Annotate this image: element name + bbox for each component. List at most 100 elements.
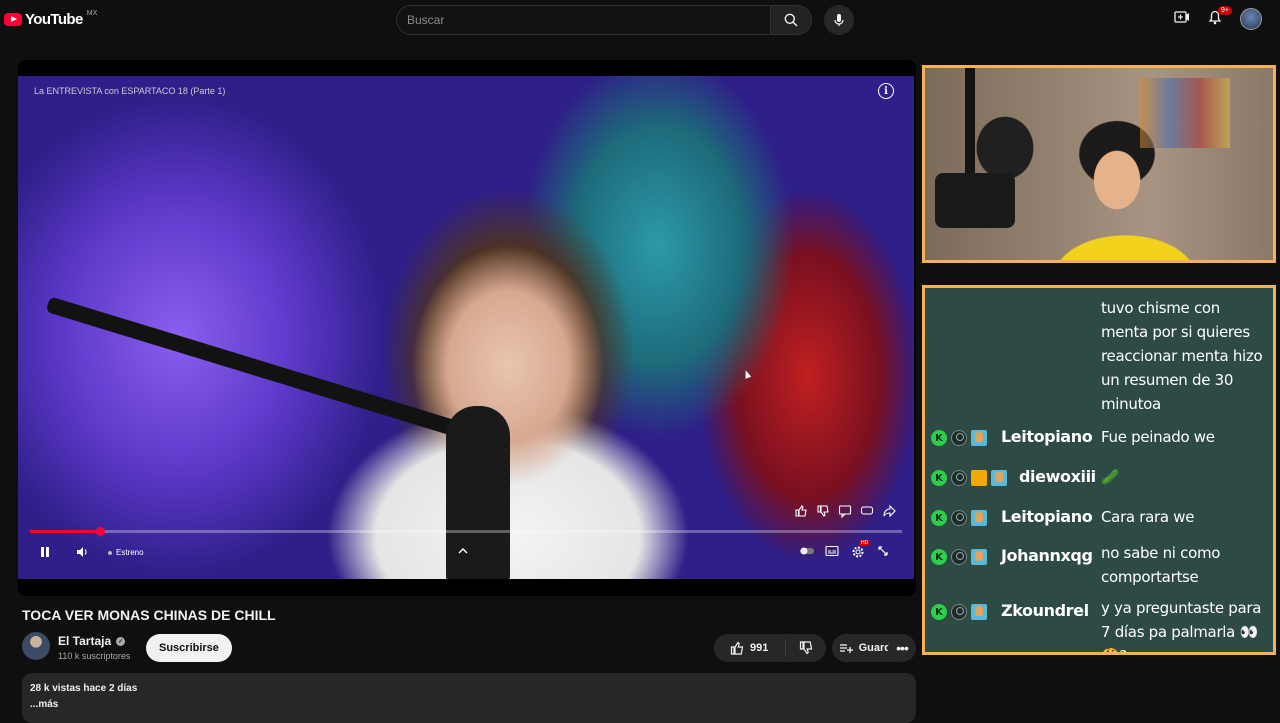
country-code: MX xyxy=(86,10,98,17)
like-dislike-group: 991 xyxy=(714,634,826,662)
stream-chat-overlay: tuvo chisme con menta por si quieres rea… xyxy=(922,285,1276,655)
chat-username[interactable]: Zkoundrel xyxy=(1001,601,1089,620)
progress-fill xyxy=(30,530,100,533)
chat-username[interactable]: Johannxqg xyxy=(1001,546,1093,565)
chat-username[interactable]: diewoxiii xyxy=(1019,467,1096,486)
youtube-logo[interactable]: YouTube MX xyxy=(4,10,98,28)
pause-button[interactable] xyxy=(38,545,52,559)
autoplay-toggle[interactable] xyxy=(799,545,815,557)
more-horizontal-icon: ••• xyxy=(896,640,909,656)
player-controls: Estreno HD xyxy=(18,540,914,568)
settings-button[interactable]: HD xyxy=(851,540,871,559)
premiere-label: Estreno xyxy=(116,548,144,557)
video-title: TOCA VER MONAS CHINAS DE CHILL xyxy=(22,607,276,623)
share-overlay-icon[interactable] xyxy=(882,504,896,518)
chat-badges: K xyxy=(931,549,987,565)
chat-username[interactable]: Leitopiano xyxy=(1001,427,1093,446)
progress-bar[interactable] xyxy=(30,527,902,536)
subscriber-badge-icon xyxy=(971,549,987,565)
streamer-webcam xyxy=(922,65,1276,263)
subscriber-badge-icon xyxy=(971,510,987,526)
progress-scrubber[interactable] xyxy=(95,527,105,536)
video-overlay-title[interactable]: La ENTREVISTA con ESPARTACO 18 (Parte 1) xyxy=(34,86,225,96)
subscriber-badge-icon xyxy=(991,470,1007,486)
chat-text: y ya preguntaste para 7 días pa palmarla… xyxy=(1101,599,1262,652)
chat-overlay-icon[interactable] xyxy=(860,504,874,518)
subscriber-count: 110 k suscriptores xyxy=(58,651,131,661)
microphone-icon xyxy=(834,14,844,26)
volume-button[interactable] xyxy=(75,545,89,559)
chat-badges: K xyxy=(931,604,987,620)
notifications-badge: 9+ xyxy=(1218,5,1232,15)
chat-text: Cara rara we xyxy=(1101,508,1195,526)
exit-fullscreen-button[interactable] xyxy=(877,545,889,557)
user-badge-icon xyxy=(951,470,967,486)
volume-icon xyxy=(77,547,87,557)
like-button[interactable]: 991 xyxy=(714,639,786,657)
expand-chapters-button[interactable] xyxy=(457,545,469,557)
channel-row: El Tartaja ✓ 110 k suscriptores Suscribi… xyxy=(22,632,916,664)
channel-name[interactable]: El Tartaja xyxy=(58,634,111,648)
chat-badges: K xyxy=(931,510,987,526)
description-box[interactable]: 28 k vistas hace 2 días ...más xyxy=(22,673,916,723)
kick-badge-icon: K xyxy=(931,604,947,620)
voice-search-button[interactable] xyxy=(824,5,854,35)
thumbs-up-icon xyxy=(730,641,744,655)
dislike-button[interactable] xyxy=(786,641,826,655)
chat-text: 🥒 xyxy=(1101,468,1120,486)
search-icon xyxy=(784,13,798,27)
more-actions-button[interactable]: ••• xyxy=(888,634,916,662)
captions-icon xyxy=(825,545,839,557)
create-button[interactable] xyxy=(1174,10,1190,29)
shelf-graphic xyxy=(1140,78,1230,148)
search-input[interactable]: Buscar xyxy=(396,5,770,35)
collapse-icon xyxy=(878,546,888,556)
user-badge-icon xyxy=(951,430,967,446)
kick-badge-icon: K xyxy=(931,430,947,446)
like-overlay-icon[interactable] xyxy=(794,504,808,518)
subscriber-badge-icon xyxy=(971,604,987,620)
search-button[interactable] xyxy=(770,5,812,35)
youtube-play-icon xyxy=(4,13,22,26)
account-avatar[interactable] xyxy=(1240,8,1262,30)
channel-avatar[interactable] xyxy=(22,632,50,660)
user-badge-icon xyxy=(951,604,967,620)
gear-icon xyxy=(852,546,864,558)
premiere-indicator: Estreno xyxy=(108,548,144,557)
user-badge-icon xyxy=(951,510,967,526)
hd-badge: HD xyxy=(859,540,871,546)
comments-overlay-icon[interactable] xyxy=(838,504,852,519)
webcam-mic-graphic xyxy=(935,173,1015,228)
chat-username[interactable]: Leitopiano xyxy=(1001,507,1093,526)
user-badge-icon xyxy=(951,549,967,565)
premiere-dot xyxy=(108,550,112,555)
pause-icon xyxy=(41,547,49,557)
chat-continued-message: tuvo chisme con menta por si quieres rea… xyxy=(1101,299,1263,413)
chat-text: Fue peinado we xyxy=(1101,428,1215,446)
top-bar: YouTube MX Buscar 9+ xyxy=(0,0,1280,40)
video-frame[interactable] xyxy=(18,76,914,579)
kick-badge-icon: K xyxy=(931,510,947,526)
logo-wordmark: YouTube xyxy=(25,11,83,28)
like-count: 991 xyxy=(750,642,769,654)
chat-badges: K xyxy=(931,470,1007,486)
mouse-cursor xyxy=(742,369,752,379)
notifications-button[interactable]: 9+ xyxy=(1208,5,1232,30)
dislike-overlay-icon[interactable] xyxy=(816,504,830,518)
show-more-link[interactable]: ...más xyxy=(30,699,908,710)
chevron-up-icon xyxy=(458,548,468,554)
channel-name-group[interactable]: El Tartaja ✓ xyxy=(58,634,126,648)
subscribe-button[interactable]: Suscribirse xyxy=(146,634,232,662)
thumbs-down-icon xyxy=(799,641,813,655)
info-icon[interactable]: i xyxy=(878,83,894,99)
kick-badge-icon: K xyxy=(931,470,947,486)
top-right-actions: 9+ xyxy=(1174,5,1262,30)
create-video-icon xyxy=(1174,10,1189,23)
kick-badge-icon: K xyxy=(931,549,947,565)
video-player[interactable]: La ENTREVISTA con ESPARTACO 18 (Parte 1)… xyxy=(18,60,916,596)
boom-arm-graphic xyxy=(45,296,462,438)
subtitles-button[interactable] xyxy=(825,545,839,557)
engagement-overlay xyxy=(794,504,896,519)
verified-check-icon: ✓ xyxy=(116,636,126,646)
chat-badges: K xyxy=(931,430,987,446)
